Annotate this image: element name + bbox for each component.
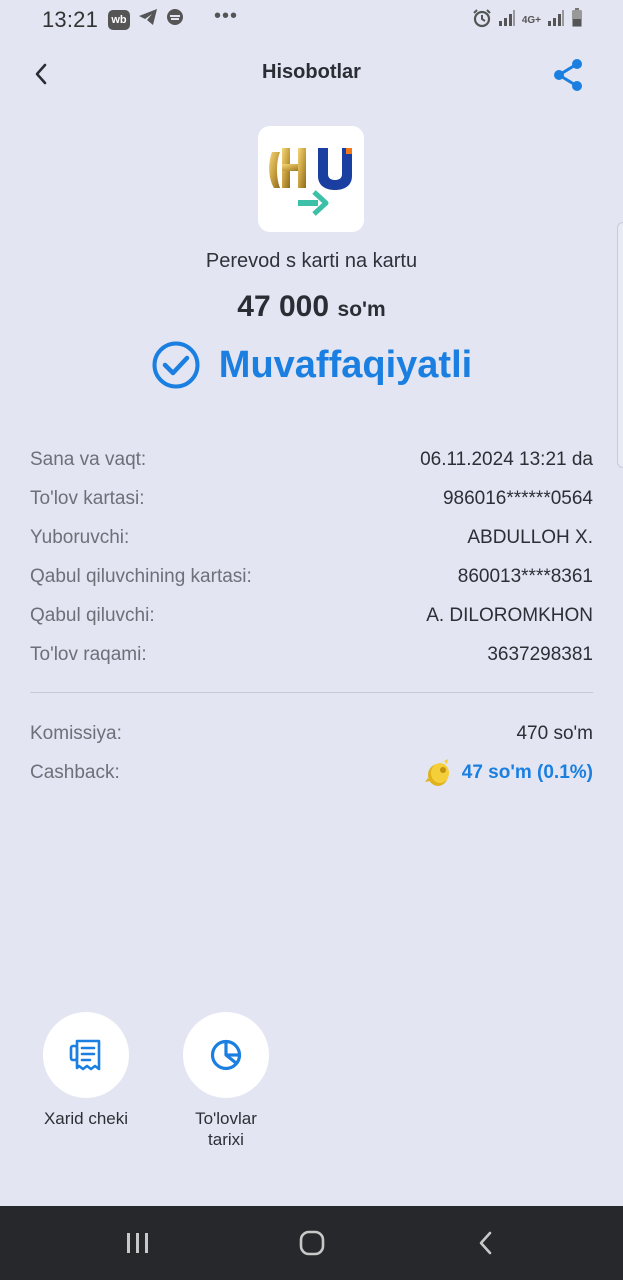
share-button[interactable] — [549, 56, 587, 94]
detail-label: To'lov kartasi: — [30, 487, 145, 509]
signal-icon — [498, 9, 516, 32]
back-nav-icon — [479, 1231, 492, 1255]
status-bar: 13:21 wb ••• 4G+ — [0, 0, 623, 38]
coin-icon — [424, 758, 449, 786]
commission-value: 470 so'm — [516, 722, 593, 744]
receipt-action-button[interactable]: Xarid cheki — [30, 1012, 142, 1150]
system-icons: 4G+ — [472, 8, 583, 33]
cashback-row: Cashback: 47 so'm (0.1%) — [30, 753, 593, 792]
detail-row: Qabul qiluvchi: A. DILOROMKHON — [30, 596, 593, 635]
amount-value: 47 000 — [237, 290, 330, 323]
quick-actions: Xarid cheki To'lovlar tarixi — [30, 1012, 282, 1150]
more-dots-icon: ••• — [214, 5, 239, 27]
fees-section: Komissiya: 470 so'm Cashback: 47 so'm (0… — [30, 714, 593, 792]
status-text: Muvaffaqiyatli — [218, 343, 473, 386]
history-action-button[interactable]: To'lovlar tarixi — [170, 1012, 282, 1150]
receipt-icon — [69, 1039, 101, 1071]
detail-row: Yuboruvchi: ABDULLOH X. — [30, 518, 593, 557]
history-action-label: To'lovlar tarixi — [195, 1109, 257, 1149]
cashback-label: Cashback: — [30, 761, 120, 783]
amount-row: 47 000 so'm — [0, 290, 623, 324]
pie-chart-icon — [210, 1039, 242, 1071]
operation-title: Perevod s karti na kartu — [205, 250, 418, 272]
receipt-action-circle[interactable] — [43, 1012, 129, 1098]
detail-row: To'lov kartasi: 986016******0564 — [30, 479, 593, 518]
commission-label: Komissiya: — [30, 722, 122, 744]
history-action-circle[interactable] — [183, 1012, 269, 1098]
system-navigation-bar — [0, 1206, 623, 1280]
back-nav-button[interactable] — [446, 1206, 526, 1280]
status-time: 13:21 — [42, 7, 99, 32]
detail-value: A. DILOROMKHON — [426, 604, 593, 626]
detail-value: 860013****8361 — [457, 565, 593, 587]
battery-icon — [571, 8, 583, 33]
recent-apps-icon — [127, 1233, 148, 1253]
detail-row: Qabul qiluvchining kartasi: 860013****83… — [30, 557, 593, 596]
service-logo — [258, 126, 364, 232]
detail-row: Sana va vaqt: 06.11.2024 13:21 da — [30, 440, 593, 479]
page-title: Hisobotlar — [262, 61, 361, 83]
cashback-value: 47 so'm (0.1%) — [461, 761, 593, 783]
status-row: Muvaffaqiyatli — [0, 340, 623, 390]
amount-currency: so'm — [337, 298, 386, 321]
detail-value: 986016******0564 — [442, 487, 593, 509]
recent-apps-button[interactable] — [98, 1206, 178, 1280]
detail-value: ABDULLOH X. — [467, 526, 593, 548]
detail-label: To'lov raqami: — [30, 643, 147, 665]
signal-icon-2 — [547, 9, 565, 32]
detail-label: Qabul qiluvchining kartasi: — [30, 565, 252, 587]
divider — [30, 692, 593, 693]
telegram-icon — [138, 8, 158, 31]
receipt-action-label: Xarid cheki — [43, 1109, 129, 1128]
transaction-details: Sana va vaqt: 06.11.2024 13:21 da To'lov… — [30, 440, 593, 674]
detail-value: 06.11.2024 13:21 da — [420, 448, 593, 470]
vpn-icon — [166, 8, 184, 31]
detail-label: Qabul qiluvchi: — [30, 604, 155, 626]
detail-label: Yuboruvchi: — [30, 526, 130, 548]
home-icon — [299, 1230, 325, 1256]
alarm-icon — [472, 8, 492, 33]
detail-row: To'lov raqami: 3637298381 — [30, 635, 593, 674]
commission-row: Komissiya: 470 so'm — [30, 714, 593, 753]
detail-value: 3637298381 — [487, 643, 593, 665]
share-icon — [554, 59, 582, 91]
home-button[interactable] — [272, 1206, 352, 1280]
wb-app-icon: wb — [108, 9, 130, 30]
cashback-value-group: 47 so'm (0.1%) — [424, 758, 593, 788]
network-4g-icon: 4G+ — [521, 15, 541, 26]
detail-label: Sana va vaqt: — [30, 448, 147, 470]
check-circle-icon — [152, 341, 200, 389]
notification-icons: wb ••• — [108, 5, 239, 31]
